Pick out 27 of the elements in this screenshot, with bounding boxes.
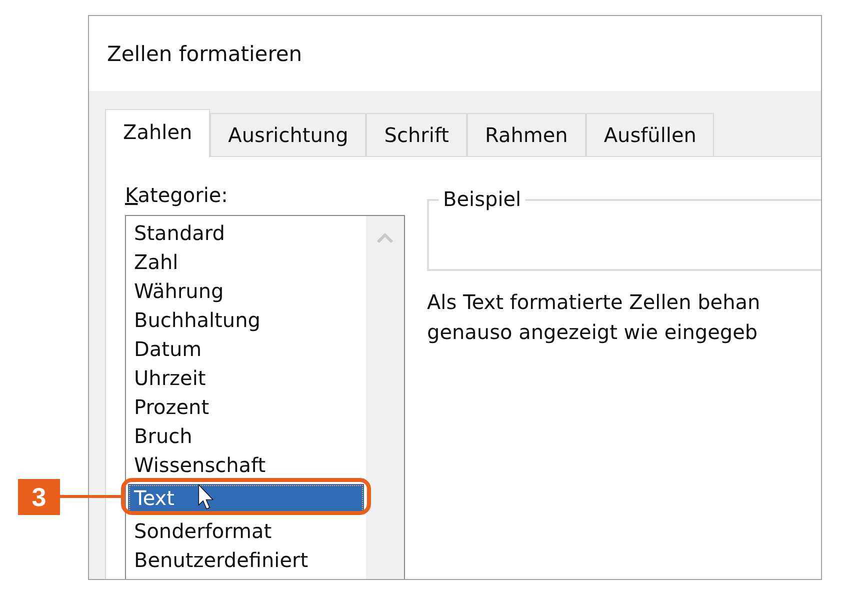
list-item[interactable]: Währung <box>128 277 364 306</box>
scrollbar[interactable] <box>366 216 404 579</box>
step-number: 3 <box>18 479 60 515</box>
tab[interactable]: Schrift <box>366 113 467 156</box>
category-label: Kategorie: <box>125 183 229 207</box>
list-item[interactable]: Wissenschaft <box>128 451 364 480</box>
list-item[interactable]: Prozent <box>128 393 364 422</box>
window-title: Zellen formatieren <box>107 42 302 66</box>
mouse-pointer-icon <box>198 484 215 510</box>
description-text: genauso angezeigt wie eingegeb <box>427 319 759 346</box>
leader-line <box>60 495 122 498</box>
tab[interactable]: Ausfüllen <box>586 113 714 156</box>
list-item[interactable]: Text <box>128 484 364 513</box>
tab[interactable]: Zahlen <box>105 109 210 157</box>
list-item[interactable]: Benutzerdefiniert <box>128 546 364 575</box>
list-item[interactable]: Bruch <box>128 422 364 451</box>
list-item[interactable]: Buchhaltung <box>128 306 364 335</box>
list-item[interactable]: Zahl <box>128 248 364 277</box>
list-item[interactable]: Datum <box>128 335 364 364</box>
tab[interactable]: Ausrichtung <box>210 113 366 156</box>
description-text: Als Text formatierte Zellen behan <box>427 289 762 316</box>
scroll-up-icon[interactable] <box>376 232 394 244</box>
category-list[interactable]: Standard Zahl Währung Buchhaltung Datum Uhrzeit Prozent Bruch Wissenschaft Text Sonderformat Benutzerdefiniert <box>125 215 405 579</box>
list-item[interactable]: Sonderformat <box>128 517 364 546</box>
list-item[interactable]: Standard <box>128 219 364 248</box>
list-item[interactable]: Uhrzeit <box>128 364 364 393</box>
tab[interactable]: Rahmen <box>466 113 586 156</box>
